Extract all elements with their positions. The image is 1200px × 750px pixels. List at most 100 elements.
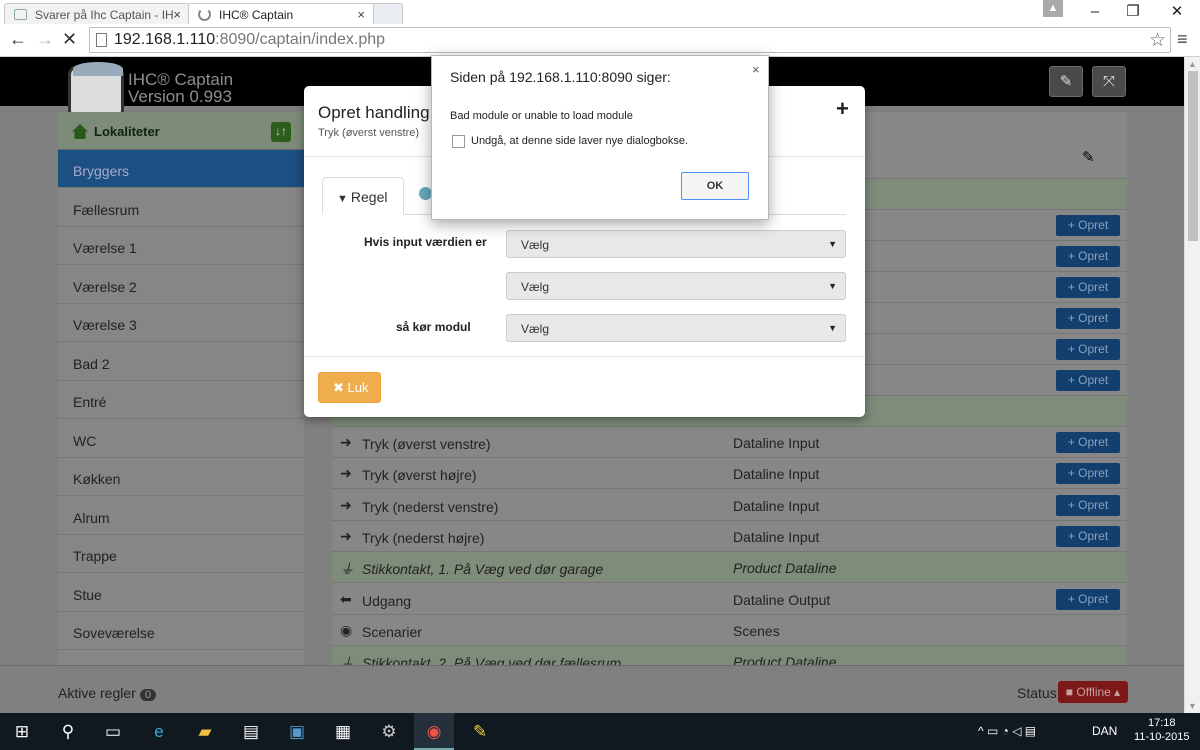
table-row: ◉ Scenarier Scenes	[332, 615, 1127, 646]
scroll-up-icon[interactable]: ▲	[1188, 59, 1197, 69]
luk-label: Luk	[347, 380, 369, 395]
sidebar-item[interactable]: Trappe	[58, 535, 304, 573]
settings-app-icon[interactable]: ⚙	[369, 713, 409, 750]
offline-button[interactable]: ■ Offline ▴	[1058, 681, 1128, 703]
suppress-dialogs-label[interactable]: Undgå, at denne side laver nye dialogbok…	[471, 135, 688, 147]
input-value-select[interactable]: Vælg ▼	[506, 230, 846, 258]
opret-button[interactable]: + Opret	[1056, 525, 1120, 547]
calculator-icon[interactable]: ▦	[323, 713, 363, 750]
scroll-down-icon[interactable]: ▼	[1188, 701, 1197, 711]
close-icon[interactable]: ×	[752, 62, 760, 77]
page-icon	[14, 9, 27, 20]
scroll-thumb[interactable]	[1188, 71, 1198, 241]
sidebar: Lokaliteter ↓↑ Bryggers Fællesrum Værelse …	[58, 112, 304, 713]
sidebar-item[interactable]: WC	[58, 420, 304, 458]
address-bar[interactable]: 192.168.1.110:8090/captain/index.php ☆	[89, 27, 1171, 53]
fullscreen-icon[interactable]: ⤧	[1092, 66, 1126, 97]
opret-button[interactable]: + Opret	[1056, 463, 1120, 485]
sidebar-item[interactable]: Fællesrum	[58, 189, 304, 227]
app-title-name: IHC® Captain	[128, 70, 234, 89]
language-indicator[interactable]: DAN	[1092, 724, 1117, 738]
select-value: Vælg	[521, 322, 550, 336]
chrome-menu-icon[interactable]: ≡	[1177, 29, 1188, 50]
paint-icon[interactable]: ✎	[460, 713, 500, 750]
app-icon[interactable]: ▣	[277, 713, 317, 750]
row-type: Product Dataline	[733, 560, 837, 577]
suppress-dialogs-checkbox[interactable]	[452, 135, 465, 148]
bookmark-star-icon[interactable]: ☆	[1149, 29, 1166, 52]
select-value: Vælg	[521, 238, 550, 252]
sort-icon[interactable]: ↓↑	[271, 122, 291, 142]
opret-button[interactable]: + Opret	[1056, 277, 1120, 298]
opret-button[interactable]: + Opret	[1056, 370, 1120, 391]
edge-icon[interactable]: e	[139, 713, 179, 750]
close-icon[interactable]: ×	[357, 7, 365, 22]
profile-icon[interactable]: ▲	[1043, 0, 1063, 17]
plus-icon: +	[1067, 311, 1079, 325]
close-modal-button[interactable]: ✖ Luk	[318, 372, 381, 403]
wrench-icon[interactable]: ✎	[1049, 66, 1083, 97]
sidebar-item[interactable]: Stue	[58, 574, 304, 612]
sidebar-item[interactable]: Værelse 2	[58, 266, 304, 304]
sidebar-item[interactable]: Bad 2	[58, 343, 304, 381]
clock[interactable]: 17:18 11-10-2015	[1134, 716, 1189, 744]
ok-button[interactable]: OK	[681, 172, 749, 200]
pencil-icon[interactable]: ✎	[1082, 148, 1095, 166]
alert-message: Bad module or unable to load module	[450, 110, 633, 122]
opret-button[interactable]: + Opret	[1056, 339, 1120, 360]
loading-spinner-icon	[198, 8, 211, 21]
browser-tab-1[interactable]: Svarer på Ihc Captain - IH ×	[4, 3, 190, 24]
url-host: 192.168.1.110	[114, 31, 216, 48]
modal-title: Opret handling	[318, 103, 430, 122]
forward-icon[interactable]: →	[36, 29, 54, 50]
select-value: Vælg	[521, 280, 550, 294]
input-value-select-2[interactable]: Vælg ▼	[506, 272, 846, 300]
opret-button[interactable]: + Opret	[1056, 588, 1120, 610]
store-icon[interactable]: ▤	[231, 713, 271, 750]
browser-tab-2[interactable]: IHC® Captain ×	[188, 3, 374, 24]
file-explorer-icon[interactable]: ▰	[185, 713, 225, 750]
new-tab-button[interactable]	[371, 3, 403, 24]
task-view-icon[interactable]: ▭	[93, 713, 133, 750]
opret-label: Opret	[1078, 435, 1109, 449]
sidebar-item[interactable]: Værelse 3	[58, 304, 304, 342]
chrome-icon[interactable]: ◉	[414, 713, 454, 750]
plus-icon[interactable]: +	[836, 96, 849, 122]
filter-icon: ▼	[337, 193, 348, 205]
opret-button[interactable]: + Opret	[1056, 308, 1120, 329]
sidebar-item[interactable]: Bryggers	[58, 150, 304, 188]
maximize-button[interactable]: ❐	[1110, 0, 1156, 24]
tab-regel[interactable]: ▼ Regel	[322, 177, 404, 215]
plus-icon: +	[1067, 342, 1079, 356]
opret-button[interactable]: + Opret	[1056, 432, 1120, 453]
search-icon[interactable]: ⚲	[48, 713, 88, 750]
module-select[interactable]: Vælg ▼	[506, 314, 846, 342]
opret-button[interactable]: + Opret	[1056, 215, 1120, 236]
windows-taskbar: ⊞ ⚲ ▭ e ▰ ▤ ▣ ▦ ⚙ ◉ ✎ ^ ▭ ◔ ◁ ▤ DAN 17:1…	[0, 713, 1200, 750]
page-scrollbar[interactable]: ▲ ▼	[1184, 57, 1200, 713]
table-row: ⬅ Udgang Dataline Output + Opret	[332, 584, 1127, 615]
aktive-regler[interactable]: Aktive regler 0	[58, 685, 156, 701]
opret-button[interactable]: + Opret	[1056, 246, 1120, 267]
arrow-right-icon: ➜	[340, 527, 352, 544]
window-close-button[interactable]: ✕	[1154, 0, 1200, 24]
app-version: Version 0.993	[128, 87, 232, 106]
sidebar-item[interactable]: Entré	[58, 381, 304, 419]
sidebar-item[interactable]: Køkken	[58, 458, 304, 496]
back-icon[interactable]: ←	[9, 29, 27, 50]
plus-icon: +	[1067, 497, 1079, 512]
plug-icon: ⏚	[340, 561, 354, 578]
sidebar-item[interactable]: Værelse 1	[58, 227, 304, 265]
sidebar-item[interactable]: Soveværelse	[58, 612, 304, 650]
opret-button[interactable]: + Opret	[1056, 494, 1120, 516]
close-icon[interactable]: ×	[173, 7, 181, 22]
sidebar-item[interactable]: Alrum	[58, 497, 304, 535]
system-tray-icons[interactable]: ^ ▭ ◔ ◁ ▤	[978, 724, 1036, 738]
caret-down-icon: ▼	[828, 281, 837, 291]
opret-label: Opret	[1078, 342, 1109, 356]
alert-dialog: × Siden på 192.168.1.110:8090 siger: Bad…	[431, 55, 769, 220]
stop-icon[interactable]: ✕	[62, 29, 77, 50]
url-path: :8090/captain/index.php	[215, 31, 386, 48]
row-type: Dataline Input	[733, 497, 820, 514]
windows-start-icon[interactable]: ⊞	[2, 713, 42, 750]
